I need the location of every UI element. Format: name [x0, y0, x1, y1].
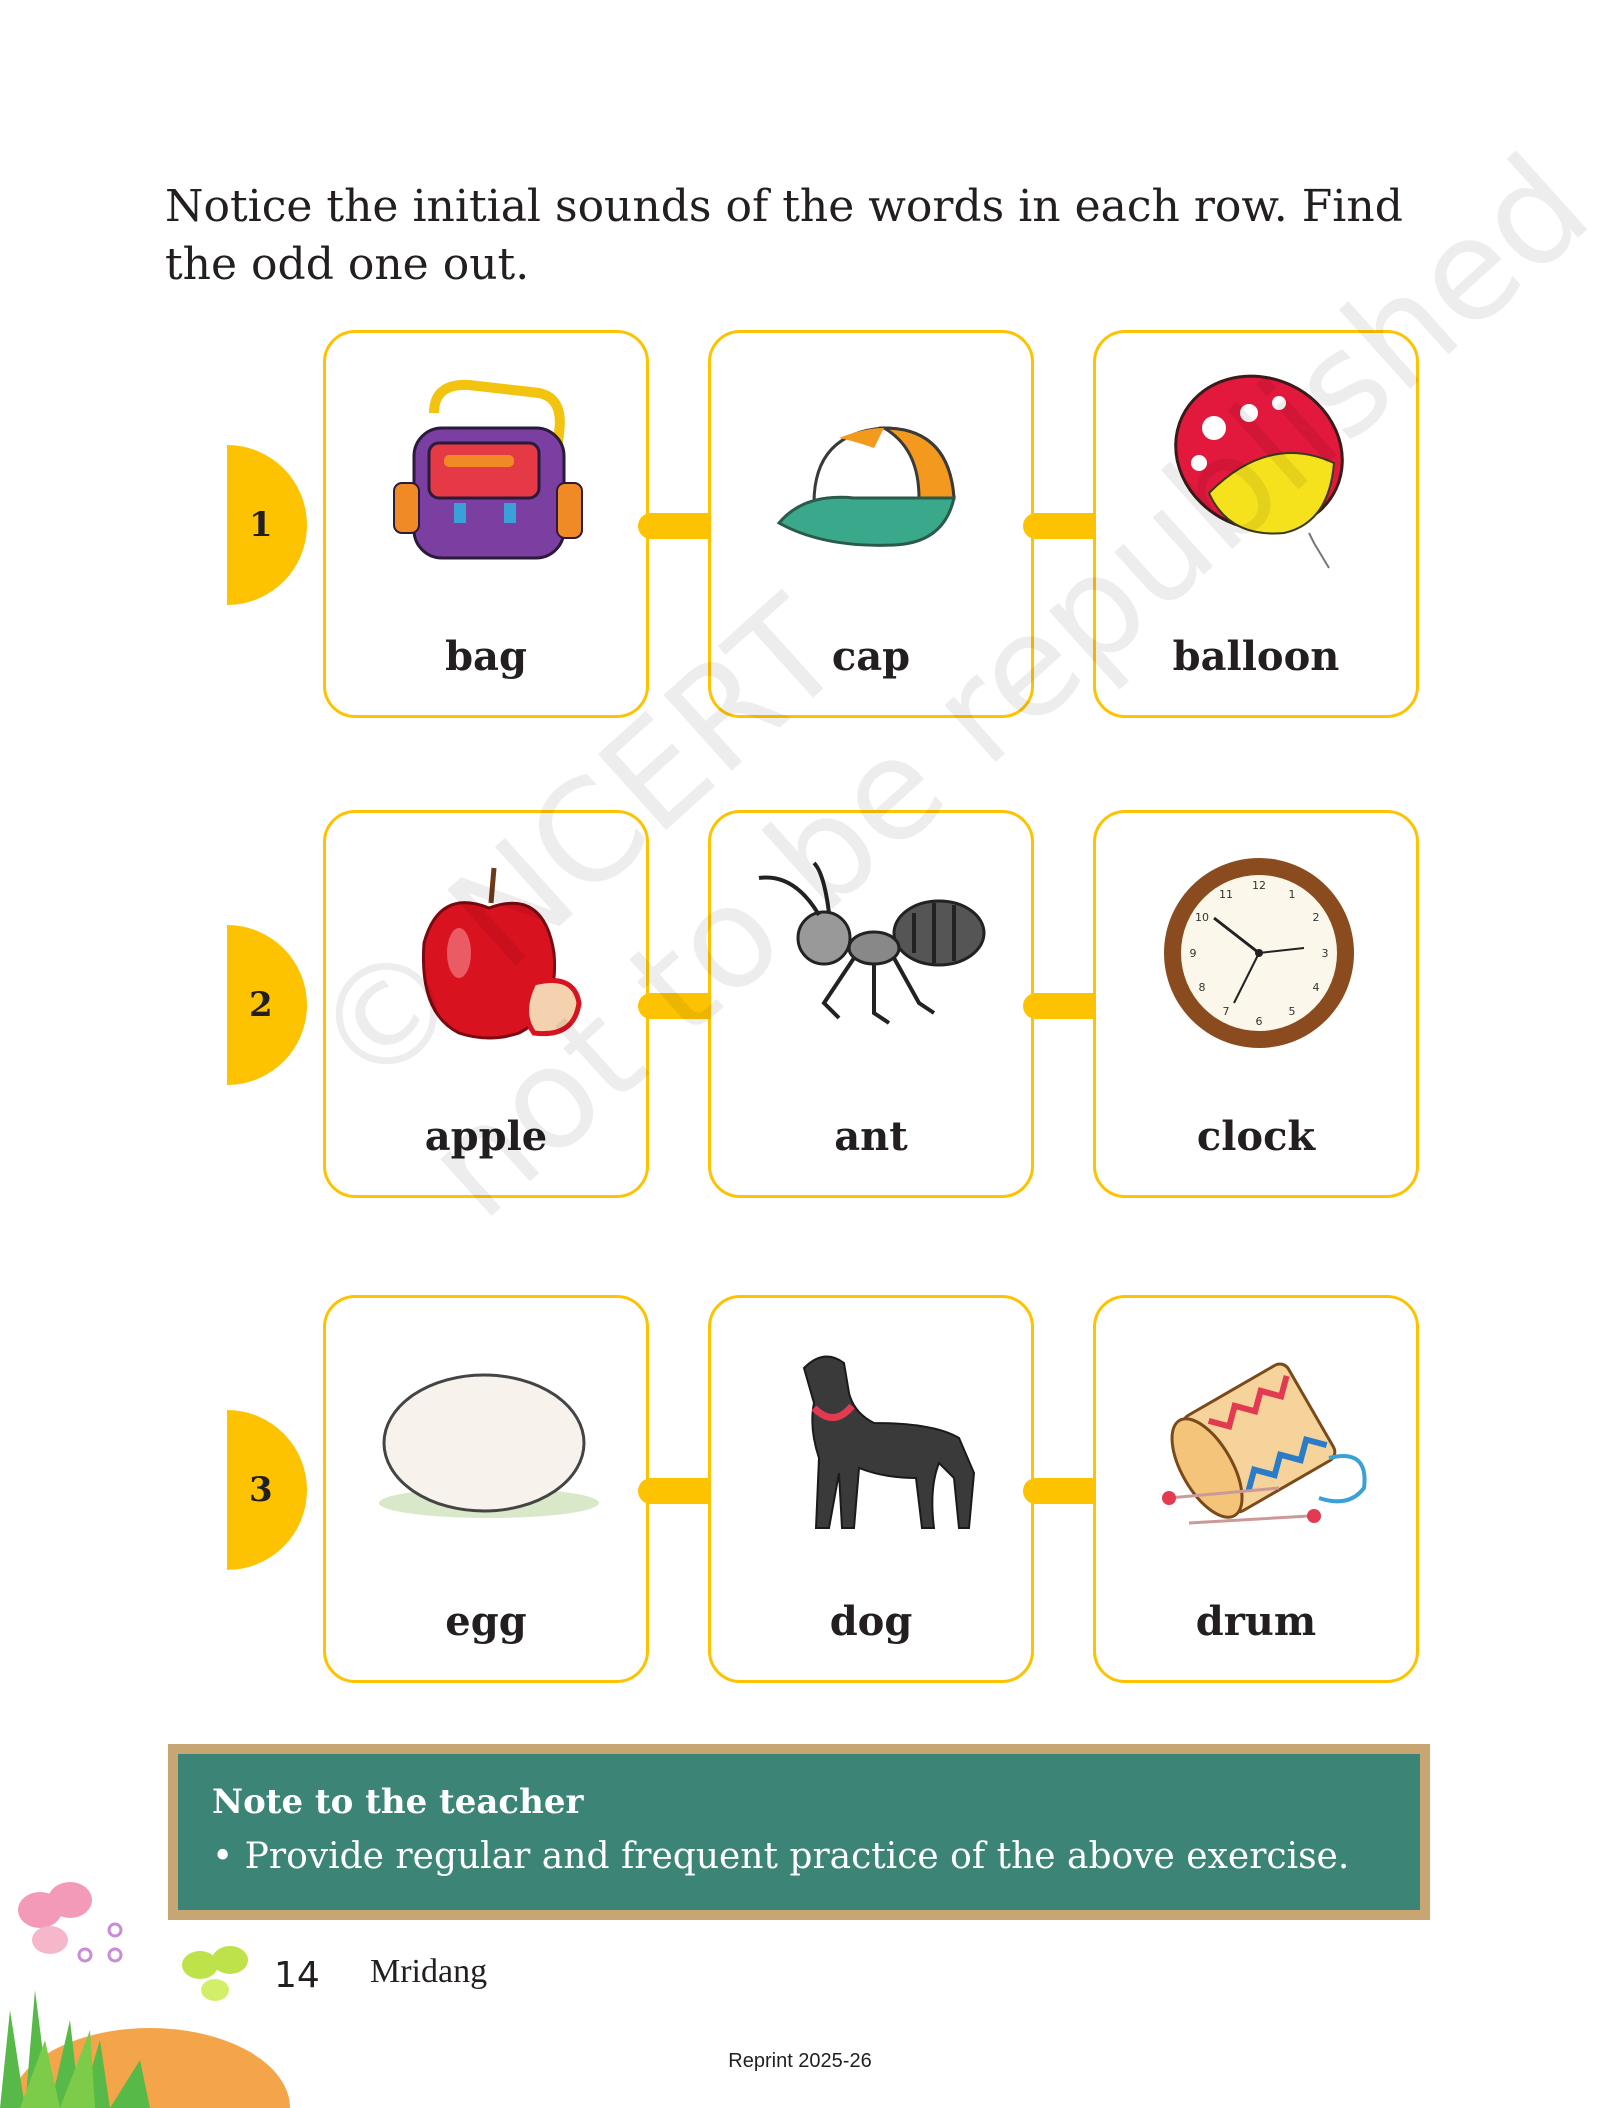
word-card-dog: dog [708, 1295, 1034, 1683]
cap-icon [744, 373, 1004, 573]
card-word: egg [445, 1598, 527, 1645]
row-number-marker: 2 [227, 925, 307, 1085]
card-word: cap [831, 633, 911, 680]
row-number: 2 [249, 985, 273, 1025]
svg-text:6: 6 [1256, 1015, 1263, 1028]
note-bullet: • Provide regular and frequent practice … [212, 1836, 1350, 1877]
svg-text:10: 10 [1195, 911, 1209, 924]
teacher-note: Note to the teacher • Provide regular an… [168, 1744, 1430, 1920]
reprint-note: Reprint 2025-26 [728, 2050, 872, 2072]
word-card-bag: bag [323, 330, 649, 718]
card-word: dog [829, 1598, 913, 1645]
butterfly-icon [182, 1946, 248, 2001]
exercise-row-3: 3 egg dog drum [0, 1295, 1600, 1687]
card-word: apple [424, 1113, 548, 1160]
exercise-row-2: 2 apple ant 12 1 2 3 4 5 6 7 8 9 10 11 c… [0, 810, 1600, 1202]
butterfly-icon [18, 1882, 92, 1954]
card-word: balloon [1172, 633, 1340, 680]
page-number: 14 [274, 1955, 320, 1996]
note-title: Note to the teacher [212, 1782, 584, 1822]
row-number-marker: 1 [227, 445, 307, 605]
word-card-drum: drum [1093, 1295, 1419, 1683]
svg-text:7: 7 [1223, 1005, 1230, 1018]
egg-icon [359, 1338, 619, 1538]
svg-text:2: 2 [1313, 911, 1320, 924]
row-number: 1 [249, 505, 273, 545]
card-word: drum [1195, 1598, 1317, 1645]
svg-text:11: 11 [1219, 888, 1233, 901]
svg-text:5: 5 [1289, 1005, 1296, 1018]
drum-icon [1129, 1338, 1389, 1538]
bag-icon [359, 373, 619, 573]
svg-text:3: 3 [1322, 947, 1329, 960]
word-card-clock: 12 1 2 345 678 9 10 11 clock [1093, 810, 1419, 1198]
word-card-ant: ant [708, 810, 1034, 1198]
balloon-icon [1129, 373, 1389, 573]
row-number-marker: 3 [227, 1410, 307, 1570]
svg-text:4: 4 [1313, 981, 1320, 994]
dog-icon [744, 1338, 1004, 1538]
word-card-apple: apple [323, 810, 649, 1198]
svg-text:8: 8 [1199, 981, 1206, 994]
card-word: bag [445, 633, 527, 680]
word-card-cap: cap [708, 330, 1034, 718]
book-title: Mridang [370, 1953, 488, 1990]
card-word: ant [834, 1113, 908, 1160]
exercise-row-1: 1 bag cap balloon [0, 330, 1600, 722]
svg-text:12: 12 [1252, 879, 1266, 892]
word-card-balloon: balloon [1093, 330, 1419, 718]
ant-icon [744, 853, 1004, 1053]
instruction-text: Notice the initial sounds of the words i… [165, 181, 1403, 290]
word-card-egg: egg [323, 1295, 649, 1683]
row-number: 3 [249, 1470, 273, 1510]
svg-text:9: 9 [1190, 947, 1197, 960]
card-word: clock [1196, 1113, 1316, 1160]
clock-icon: 12 1 2 345 678 9 10 11 [1129, 853, 1389, 1053]
svg-text:1: 1 [1289, 888, 1296, 901]
apple-icon [359, 853, 619, 1053]
